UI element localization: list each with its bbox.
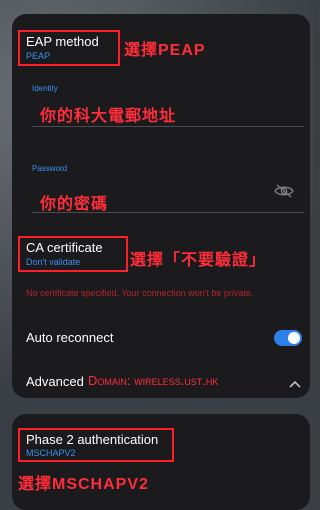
certificate-warning: No certificate specified. Your connectio…: [26, 288, 254, 298]
password-label: Password: [32, 164, 68, 173]
eap-method-annotation: 選擇PEAP: [124, 42, 206, 59]
phase2-card: Phase 2 authentication MSCHAPV2 選擇MSCHAP…: [12, 414, 310, 510]
identity-label: Identity: [32, 84, 58, 93]
password-underline: [32, 212, 304, 213]
wifi-settings-card: EAP method PEAP 選擇PEAP Identity 你的科大電郵地址…: [12, 14, 310, 398]
phase2-value[interactable]: MSCHAPV2: [26, 448, 76, 458]
auto-reconnect-label: Auto reconnect: [26, 330, 114, 345]
phase2-annotation: 選擇MSCHAPV2: [18, 476, 149, 493]
identity-annotation: 你的科大電郵地址: [40, 108, 177, 125]
phase2-title[interactable]: Phase 2 authentication: [26, 432, 158, 447]
eap-method-title[interactable]: EAP method: [26, 34, 99, 49]
identity-underline: [32, 126, 304, 127]
advanced-label[interactable]: Advanced: [26, 374, 84, 389]
ca-certificate-annotation: 選擇「不要驗證」: [130, 252, 267, 269]
advanced-annotation: Domain: wireless.ust.hk: [88, 373, 219, 388]
toggle-knob: [288, 332, 300, 344]
chevron-up-icon[interactable]: [288, 376, 302, 394]
ca-certificate-title[interactable]: CA certificate: [26, 240, 103, 255]
auto-reconnect-toggle[interactable]: [274, 330, 302, 346]
password-annotation: 你的密碼: [40, 196, 109, 213]
eye-off-icon[interactable]: [274, 184, 294, 203]
eap-method-value[interactable]: PEAP: [26, 51, 50, 61]
ca-certificate-value[interactable]: Don't validate: [26, 257, 80, 267]
